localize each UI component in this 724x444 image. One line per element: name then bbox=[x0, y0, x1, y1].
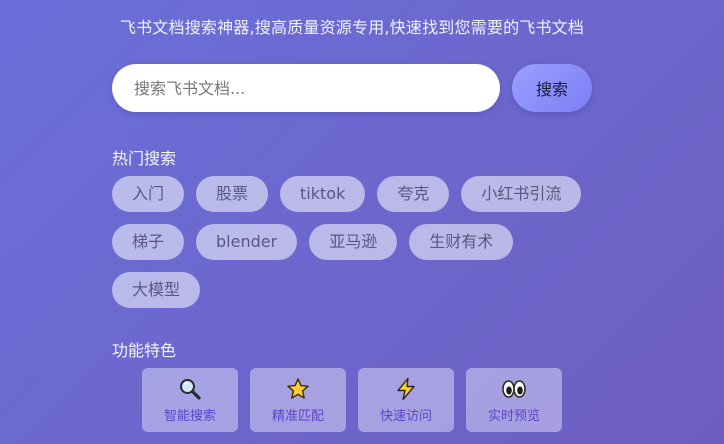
feature-label: 实时预览 bbox=[487, 409, 540, 424]
hot-tag[interactable]: 梯子 bbox=[112, 224, 185, 260]
magnifier-icon bbox=[177, 376, 203, 402]
features-title: 功能特色 bbox=[112, 341, 177, 360]
search-input[interactable] bbox=[132, 77, 480, 99]
eyes-icon bbox=[501, 376, 527, 402]
hot-tag[interactable]: 小红书引流 bbox=[461, 176, 582, 212]
hot-search-title: 热门搜索 bbox=[112, 149, 177, 168]
feature-quick-access: 快速访问 bbox=[358, 368, 454, 432]
hot-tag[interactable]: blender bbox=[196, 224, 298, 260]
search-box[interactable] bbox=[112, 64, 500, 112]
hot-tag[interactable]: 亚马逊 bbox=[309, 224, 398, 260]
hot-tag[interactable]: 生财有术 bbox=[409, 224, 514, 260]
star-icon bbox=[285, 376, 311, 402]
hot-tag[interactable]: 夸克 bbox=[377, 176, 450, 212]
search-button[interactable]: 搜索 bbox=[512, 64, 592, 112]
feature-precise-match: 精准匹配 bbox=[250, 368, 346, 432]
page-subtitle: 飞书文档搜索神器,搜高质量资源专用,快速找到您需要的飞书文档 bbox=[119, 18, 585, 37]
hot-tag[interactable]: 大模型 bbox=[112, 272, 201, 308]
features-list: 智能搜索 精准匹配 快速访问 实时预览 bbox=[142, 368, 562, 432]
hot-tag[interactable]: 股票 bbox=[196, 176, 269, 212]
hot-tag[interactable]: tiktok bbox=[280, 176, 366, 212]
lightning-icon bbox=[393, 376, 419, 402]
feature-live-preview: 实时预览 bbox=[466, 368, 562, 432]
feature-label: 快速访问 bbox=[379, 409, 432, 424]
feature-label: 智能搜索 bbox=[163, 409, 216, 424]
hot-tag[interactable]: 入门 bbox=[112, 176, 185, 212]
hot-search-tags: 入门 股票 tiktok 夸克 小红书引流 梯子 blender 亚马逊 生财有… bbox=[112, 176, 592, 308]
feature-smart-search: 智能搜索 bbox=[142, 368, 238, 432]
feature-label: 精准匹配 bbox=[271, 409, 324, 424]
